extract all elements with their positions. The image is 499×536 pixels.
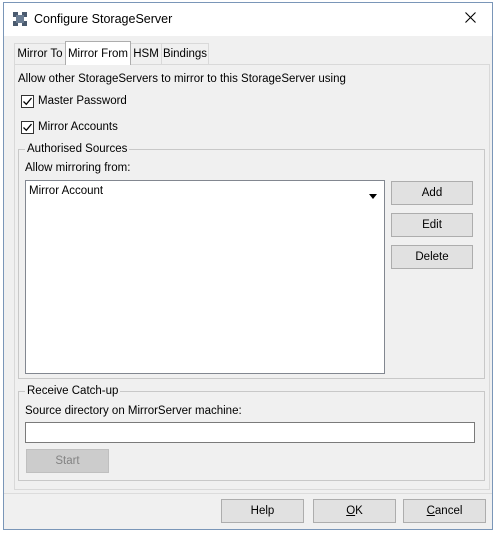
mirror-from-panel: Allow other StorageServers to mirror to … xyxy=(14,64,490,490)
cancel-mnemonic: C xyxy=(426,505,435,517)
add-button[interactable]: Add xyxy=(391,181,473,205)
footer-divider xyxy=(4,493,492,494)
receive-catchup-group: Receive Catch-up Source directory on Mir… xyxy=(18,384,485,481)
mirror-intro-text: Allow other StorageServers to mirror to … xyxy=(18,73,346,85)
mirror-sources-list[interactable]: Mirror Account xyxy=(25,180,385,374)
ok-mnemonic: O xyxy=(346,505,356,517)
receive-catchup-title: Receive Catch-up xyxy=(25,384,121,398)
close-button[interactable] xyxy=(448,3,492,35)
checkmark-icon xyxy=(23,123,33,132)
help-button[interactable]: Help xyxy=(221,499,304,523)
mirror-accounts-label: Mirror Accounts xyxy=(38,121,118,133)
ok-button[interactable]: OK xyxy=(313,499,396,523)
master-password-checkbox[interactable] xyxy=(21,95,34,108)
storage-server-icon xyxy=(12,11,28,27)
mirror-account-header: Mirror Account xyxy=(29,185,104,197)
tab-mirror-from[interactable]: Mirror From xyxy=(65,41,131,65)
ok-suffix: K xyxy=(355,505,363,517)
allow-mirroring-label: Allow mirroring from: xyxy=(25,162,131,174)
authorised-sources-group: Authorised Sources Allow mirroring from:… xyxy=(18,142,485,379)
title-bar: Configure StorageServer xyxy=(4,3,492,36)
tab-mirror-to[interactable]: Mirror To xyxy=(14,43,66,64)
cancel-button[interactable]: Cancel xyxy=(403,499,486,523)
start-button[interactable]: Start xyxy=(26,449,109,473)
delete-button[interactable]: Delete xyxy=(391,245,473,269)
tab-hsm[interactable]: HSM xyxy=(130,43,162,64)
edit-button[interactable]: Edit xyxy=(391,213,473,237)
tab-bindings[interactable]: Bindings xyxy=(161,43,209,64)
window-title: Configure StorageServer xyxy=(34,12,173,26)
configure-dialog: Configure StorageServer Mirror To Mirror… xyxy=(3,2,493,530)
mirror-accounts-checkbox[interactable] xyxy=(21,121,34,134)
cancel-suffix: ancel xyxy=(434,505,463,517)
source-directory-input[interactable] xyxy=(25,422,475,443)
master-password-label: Master Password xyxy=(38,95,127,107)
authorised-sources-title: Authorised Sources xyxy=(25,142,130,156)
source-directory-label: Source directory on MirrorServer machine… xyxy=(25,405,242,417)
close-icon xyxy=(464,12,476,26)
dropdown-arrow-icon[interactable] xyxy=(369,188,377,202)
checkmark-icon xyxy=(23,97,33,106)
